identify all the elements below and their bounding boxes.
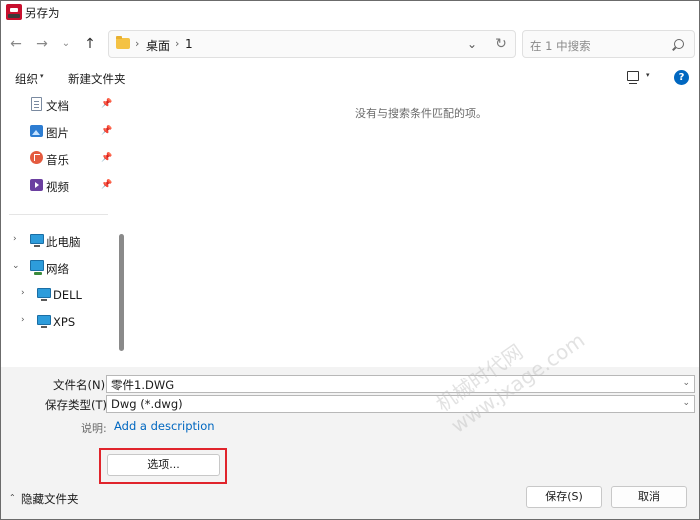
computer-icon <box>30 234 44 247</box>
sidebar-item-label: 网络 <box>46 262 69 276</box>
music-icon <box>30 151 43 164</box>
sidebar-item-music[interactable]: 音乐 📌 <box>1 149 115 169</box>
command-bar: 组织 ▾ 新建文件夹 ▾ ? <box>1 65 699 91</box>
add-description-link[interactable]: Add a description <box>114 419 215 433</box>
breadcrumb-folder-1[interactable]: 1 <box>185 37 193 51</box>
document-icon <box>31 97 42 111</box>
help-icon[interactable]: ? <box>674 70 689 85</box>
sidebar-item-documents[interactable]: 文档 📌 <box>1 95 115 115</box>
filetype-select[interactable]: Dwg (*.dwg) ⌄ <box>106 395 695 413</box>
organize-button[interactable]: 组织 <box>15 71 38 87</box>
computer-icon <box>37 315 51 328</box>
sidebar-item-label: 文档 <box>46 99 69 113</box>
back-arrow-icon[interactable]: ← <box>5 33 27 55</box>
sidebar-item-pictures[interactable]: 图片 📌 <box>1 122 115 142</box>
filename-label: 文件名(N): <box>53 378 109 392</box>
refresh-icon[interactable]: ↻ <box>493 36 509 52</box>
search-placeholder: 在 1 中搜索 <box>530 39 591 53</box>
app-icon <box>6 4 22 20</box>
chevron-right-icon[interactable]: › <box>13 234 17 244</box>
filename-dropdown-icon[interactable]: ⌄ <box>682 378 690 388</box>
pin-icon[interactable]: 📌 <box>101 180 112 190</box>
network-icon <box>30 260 44 275</box>
empty-results-message: 没有与搜索条件匹配的项。 <box>355 107 487 120</box>
filetype-value: Dwg (*.dwg) <box>111 397 183 411</box>
address-dropdown-chevron-icon[interactable]: ⌄ <box>464 36 480 52</box>
sidebar-item-label: 图片 <box>46 126 69 140</box>
search-box[interactable]: 在 1 中搜索 <box>522 30 695 58</box>
sidebar-item-network[interactable]: ⌄ 网络 <box>1 258 115 278</box>
sidebar-item-label: 此电脑 <box>46 235 81 249</box>
sidebar-item-dell[interactable]: › DELL <box>1 285 115 305</box>
sidebar-item-label: XPS <box>53 315 76 329</box>
chevron-up-icon[interactable]: ⌃ <box>9 493 16 502</box>
window-title: 另存为 <box>25 6 60 20</box>
title-bar: 另存为 <box>1 1 699 23</box>
view-dropdown-icon[interactable]: ▾ <box>646 71 650 79</box>
sidebar-item-videos[interactable]: 视频 📌 <box>1 176 115 196</box>
view-options-icon[interactable] <box>627 71 639 84</box>
organize-dropdown-icon[interactable]: ▾ <box>40 72 44 80</box>
search-icon[interactable] <box>674 39 684 49</box>
chevron-right-icon[interactable]: › <box>21 288 25 298</box>
cancel-button[interactable]: 取消 <box>611 486 687 508</box>
chevron-right-icon[interactable]: › <box>21 315 25 325</box>
navigation-bar: ← → ⌄ ↑ › 桌面 › 1 ⌄ ↻ 在 1 中搜索 <box>1 23 699 65</box>
navigation-pane: 文档 📌 图片 📌 音乐 📌 视频 📌 › 此电脑 ⌄ 网络 › DELL › … <box>1 91 127 367</box>
chevron-down-icon[interactable]: ⌄ <box>12 261 20 271</box>
sidebar-item-label: 音乐 <box>46 153 69 167</box>
sidebar-item-label: 视频 <box>46 180 69 194</box>
filename-value: 零件1.DWG <box>111 378 175 392</box>
folder-icon <box>116 36 130 49</box>
breadcrumb-separator: › <box>175 37 180 50</box>
breadcrumb-desktop[interactable]: 桌面 <box>146 37 170 54</box>
pictures-icon <box>30 125 43 137</box>
save-button[interactable]: 保存(S) <box>526 486 602 508</box>
save-as-dialog: 另存为 ← → ⌄ ↑ › 桌面 › 1 ⌄ ↻ 在 1 中搜索 组织 ▾ 新建… <box>0 0 700 520</box>
address-bar[interactable]: › 桌面 › 1 ⌄ ↻ <box>108 30 516 58</box>
filename-input[interactable]: 零件1.DWG ⌄ <box>106 375 695 393</box>
recent-locations-chevron-icon[interactable]: ⌄ <box>55 33 77 55</box>
save-form-panel: 文件名(N): 零件1.DWG ⌄ 保存类型(T): Dwg (*.dwg) ⌄… <box>1 367 699 519</box>
hide-folders-button[interactable]: 隐藏文件夹 <box>21 491 79 507</box>
pin-icon[interactable]: 📌 <box>101 126 112 136</box>
filetype-label: 保存类型(T): <box>45 398 111 412</box>
divider <box>9 214 108 215</box>
filetype-dropdown-icon[interactable]: ⌄ <box>682 398 690 408</box>
sidebar-item-label: DELL <box>53 288 82 302</box>
options-button[interactable]: 选项... <box>107 454 220 476</box>
description-label: 说明: <box>81 422 107 435</box>
up-arrow-icon[interactable]: ↑ <box>79 33 101 55</box>
new-folder-button[interactable]: 新建文件夹 <box>68 71 126 87</box>
pin-icon[interactable]: 📌 <box>101 153 112 163</box>
sidebar-item-xps[interactable]: › XPS <box>1 312 115 332</box>
file-list-area[interactable]: 没有与搜索条件匹配的项。 <box>128 91 699 367</box>
sidebar-item-this-pc[interactable]: › 此电脑 <box>1 231 115 251</box>
pin-icon[interactable]: 📌 <box>101 99 112 109</box>
nav-pane-scrollbar[interactable] <box>119 234 124 351</box>
videos-icon <box>30 179 43 191</box>
computer-icon <box>37 288 51 301</box>
breadcrumb-separator: › <box>135 37 140 50</box>
forward-arrow-icon[interactable]: → <box>31 33 53 55</box>
